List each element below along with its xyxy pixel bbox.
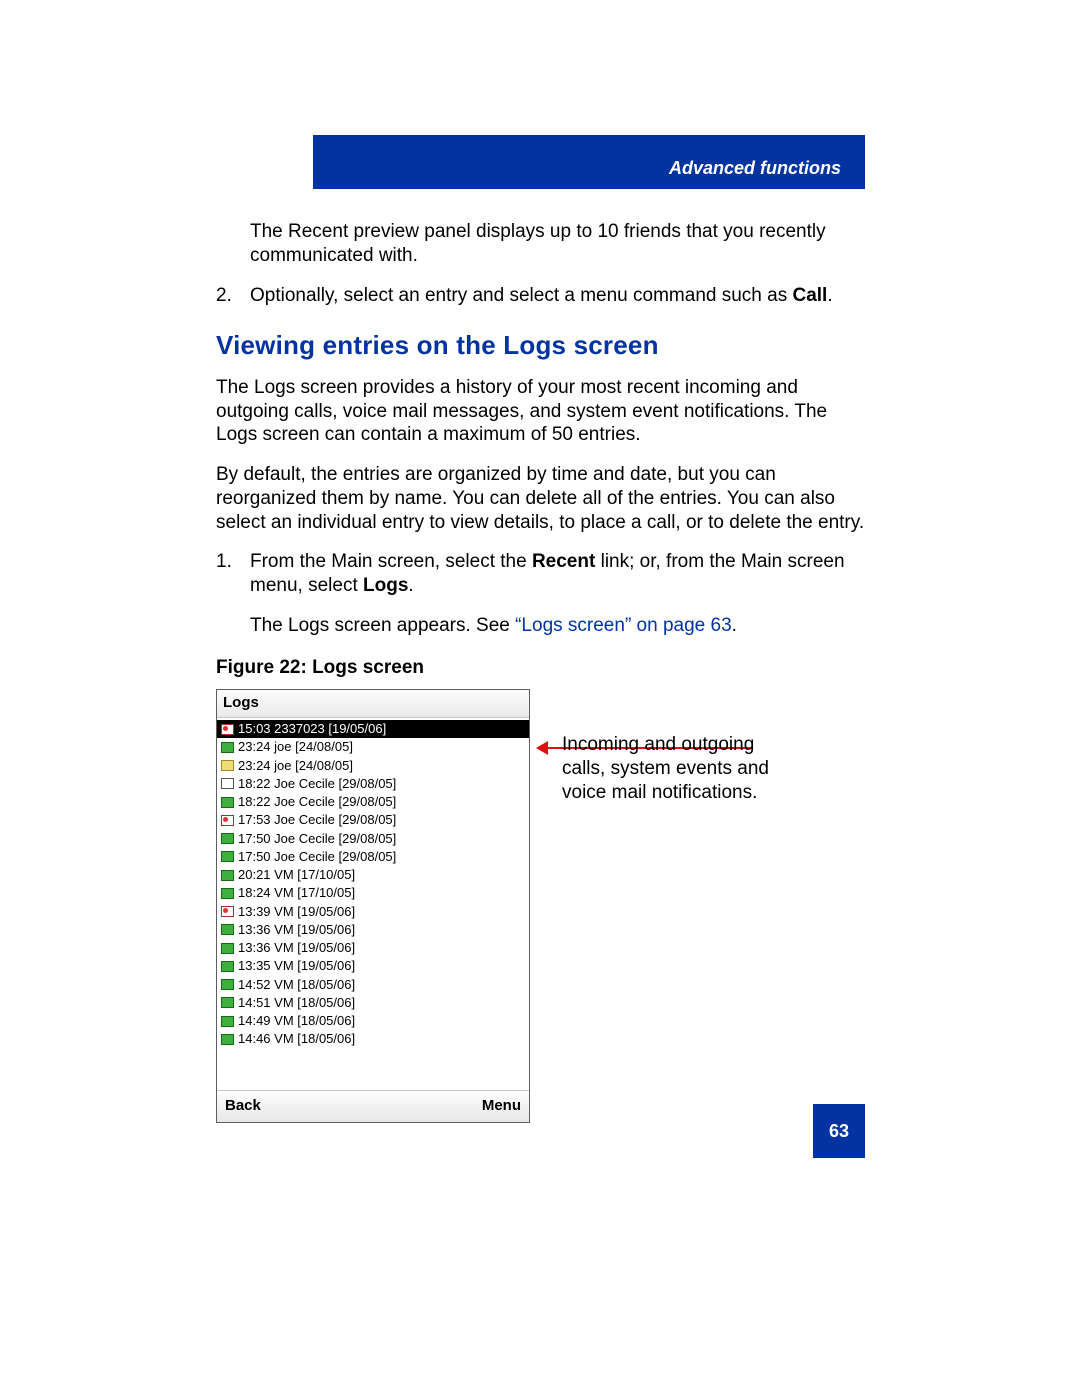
call-status-icon (221, 724, 234, 735)
log-entry[interactable]: 18:24 VM [17/10/05] (217, 884, 529, 902)
log-entry[interactable]: 17:50 Joe Cecile [29/08/05] (217, 848, 529, 866)
call-status-icon (221, 1016, 234, 1027)
log-entry[interactable]: 15:03 2337023 [19/05/06] (217, 720, 529, 738)
log-entry[interactable]: 23:24 joe [24/08/05] (217, 738, 529, 756)
log-entry-text: 14:49 VM [18/05/06] (238, 1013, 355, 1029)
log-entry[interactable]: 18:22 Joe Cecile [29/08/05] (217, 775, 529, 793)
log-entry[interactable]: 18:22 Joe Cecile [29/08/05] (217, 793, 529, 811)
header-bar: Advanced functions (313, 135, 865, 189)
log-entry[interactable]: 23:24 joe [24/08/05] (217, 757, 529, 775)
logs-screen-mock: Logs 15:03 2337023 [19/05/06] 23:24 joe [… (216, 689, 530, 1123)
log-entry[interactable]: 13:36 VM [19/05/06] (217, 921, 529, 939)
call-status-icon (221, 979, 234, 990)
call-status-icon (221, 760, 234, 771)
cross-reference-link[interactable]: “Logs screen” on page 63 (515, 615, 732, 636)
call-status-icon (221, 961, 234, 972)
call-status-icon (221, 833, 234, 844)
call-status-icon (221, 797, 234, 808)
document-page: Advanced functions The Recent preview pa… (0, 0, 1080, 1397)
log-entry[interactable]: 13:36 VM [19/05/06] (217, 939, 529, 957)
logs-title: Logs (223, 694, 259, 713)
body-text: The Recent preview panel displays up to … (216, 220, 866, 1129)
step-1-e: . (408, 575, 413, 596)
log-entry-text: 13:39 VM [19/05/06] (238, 904, 355, 920)
log-entry-text: 14:51 VM [18/05/06] (238, 995, 355, 1011)
softkeys: Back Menu (217, 1090, 529, 1122)
step-1-b: Recent (532, 551, 595, 572)
log-entry[interactable]: 14:51 VM [18/05/06] (217, 994, 529, 1012)
log-entry-text: 23:24 joe [24/08/05] (238, 739, 353, 755)
step-number: 2. (216, 284, 232, 308)
log-entry-text: 18:22 Joe Cecile [29/08/05] (238, 794, 396, 810)
log-entry[interactable]: 17:53 Joe Cecile [29/08/05] (217, 811, 529, 829)
log-entry[interactable]: 13:35 VM [19/05/06] (217, 957, 529, 975)
appears-b: . (732, 615, 737, 636)
log-entry-text: 13:35 VM [19/05/06] (238, 958, 355, 974)
softkey-menu[interactable]: Menu (482, 1097, 521, 1116)
step-number: 1. (216, 550, 232, 574)
log-entry-text: 17:53 Joe Cecile [29/08/05] (238, 812, 396, 828)
figure-caption: Figure 22: Logs screen (216, 656, 866, 680)
call-status-icon (221, 1034, 234, 1045)
log-entry-text: 23:24 joe [24/08/05] (238, 758, 353, 774)
appears-a: The Logs screen appears. See (250, 615, 515, 636)
page-number-box: 63 (813, 1104, 865, 1158)
log-entry-text: 14:52 VM [18/05/06] (238, 977, 355, 993)
section-heading: Viewing entries on the Logs screen (216, 329, 866, 362)
step-1: 1. From the Main screen, select the Rece… (216, 550, 866, 598)
call-status-icon (221, 943, 234, 954)
step-2-text-a: Optionally, select an entry and select a… (250, 285, 792, 306)
step-2-bold: Call (792, 285, 827, 306)
log-entry-text: 17:50 Joe Cecile [29/08/05] (238, 831, 396, 847)
call-status-icon (221, 870, 234, 881)
log-entry-text: 15:03 2337023 [19/05/06] (238, 721, 386, 737)
call-status-icon (221, 997, 234, 1008)
log-entry[interactable]: 14:52 VM [18/05/06] (217, 976, 529, 994)
call-status-icon (221, 815, 234, 826)
call-status-icon (221, 924, 234, 935)
log-entry[interactable]: 14:49 VM [18/05/06] (217, 1012, 529, 1030)
section-title: Advanced functions (669, 158, 841, 179)
page-number: 63 (829, 1121, 849, 1142)
log-entry-text: 18:24 VM [17/10/05] (238, 885, 355, 901)
step-1-a: From the Main screen, select the (250, 551, 532, 572)
call-status-icon (221, 778, 234, 789)
result-text: The Logs screen appears. See “Logs scree… (216, 614, 866, 638)
log-entry[interactable]: 14:46 VM [18/05/06] (217, 1030, 529, 1048)
step-1-d: Logs (363, 575, 408, 596)
figure-22: Logs 15:03 2337023 [19/05/06] 23:24 joe [… (216, 689, 866, 1129)
log-entry-text: 14:46 VM [18/05/06] (238, 1031, 355, 1047)
log-entry-text: 18:22 Joe Cecile [29/08/05] (238, 776, 396, 792)
log-entry-text: 17:50 Joe Cecile [29/08/05] (238, 849, 396, 865)
softkey-back[interactable]: Back (225, 1097, 261, 1116)
log-entry-text: 13:36 VM [19/05/06] (238, 922, 355, 938)
log-entry[interactable]: 20:21 VM [17/10/05] (217, 866, 529, 884)
figure-annotation: Incoming and outgoing calls, system even… (562, 733, 782, 804)
call-status-icon (221, 851, 234, 862)
log-entry[interactable]: 17:50 Joe Cecile [29/08/05] (217, 830, 529, 848)
log-entry-text: 20:21 VM [17/10/05] (238, 867, 355, 883)
intro-paragraph: The Recent preview panel displays up to … (216, 220, 866, 268)
logs-list[interactable]: 15:03 2337023 [19/05/06] 23:24 joe [24/08… (217, 718, 529, 1090)
log-entry[interactable]: 13:39 VM [19/05/06] (217, 903, 529, 921)
section-p1: The Logs screen provides a history of yo… (216, 376, 866, 447)
step-2-text-c: . (827, 285, 832, 306)
log-entry-text: 13:36 VM [19/05/06] (238, 940, 355, 956)
logs-titlebar: Logs (217, 690, 529, 718)
call-status-icon (221, 888, 234, 899)
section-p2: By default, the entries are organized by… (216, 463, 866, 534)
call-status-icon (221, 906, 234, 917)
call-status-icon (221, 742, 234, 753)
step-2: 2. Optionally, select an entry and selec… (216, 284, 866, 308)
